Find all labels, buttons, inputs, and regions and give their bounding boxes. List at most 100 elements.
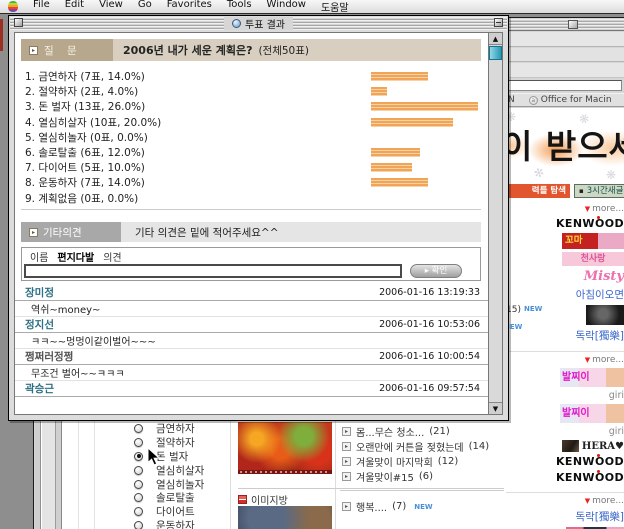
poll-option-row: 4. 열심히살자 (10표, 20.0%) (21, 115, 481, 130)
poll-window-title-bar[interactable]: 투표 결과 (10, 17, 507, 30)
menu-item-Go[interactable]: Go (138, 0, 152, 14)
radio-option-row[interactable]: 솔로탈출 (126, 491, 236, 505)
menu-item-Favorites[interactable]: Favorites (167, 0, 212, 14)
more-link[interactable]: ▼more... (585, 204, 624, 214)
favorite-site-icon: a (529, 96, 538, 105)
radio-button[interactable] (134, 521, 143, 529)
radio-button[interactable] (134, 452, 143, 461)
comment-timestamp: 2006-01-16 09:57:54 (379, 383, 480, 394)
opinion-form: 이름 편지다발 의견 ▸ 확인 (21, 247, 481, 281)
comment-author[interactable]: 정지선 (25, 317, 54, 332)
radio-option-label: 열심히살자 (156, 463, 204, 478)
poll-option-list: 1. 금연하자 (7표, 14.0%)2. 절약하자 (2표, 4.0%)3. … (21, 69, 481, 206)
menu-item-Window[interactable]: Window (267, 0, 306, 14)
favorite-item[interactable]: aOffice for Macin (529, 95, 612, 105)
opinion-input[interactable] (24, 264, 402, 278)
board-link-row[interactable]: ▸몸...무슨 청소...(21) (342, 424, 506, 439)
banner-ad[interactable]: 꼬마 (562, 233, 624, 249)
sidebar-link[interactable]: 아침이오면 (576, 287, 624, 302)
more-link[interactable]: ▼more... (506, 351, 624, 365)
list-bullet-icon: ▸ (342, 442, 351, 451)
confirm-button[interactable]: ▸ 확인 (410, 264, 462, 278)
lantern-photo-thumbnail[interactable] (238, 422, 332, 474)
photo-thumbnail[interactable] (238, 506, 332, 529)
close-box-icon[interactable] (14, 18, 23, 27)
comment-author[interactable]: 쩡쩌러정쩡 (25, 349, 73, 364)
kenwood-logo-ad[interactable]: KENWOOD (556, 455, 624, 468)
kenwood-logo-ad[interactable]: KENWOOD (556, 217, 624, 230)
poll-window-title-text: 투표 결과 (245, 16, 285, 31)
poll-option-row: 6. 솔로탈출 (6표, 12.0%) (21, 145, 481, 160)
vote-radio-list: 금연하자절약하자돈 벌자열심히살자열심히놀자솔로탈출다이어트운동하자계획없음 (126, 422, 236, 529)
board-link-row[interactable]: ▸겨울맞이#15(6) (342, 469, 506, 484)
board-link-row[interactable]: ▸오랜만에 커튼을 젖혔는데(14) (342, 439, 506, 454)
window-icon (232, 19, 241, 28)
menu-item-도움말[interactable]: 도움말 (321, 0, 349, 14)
background-window-edge (0, 19, 3, 51)
misty-logo-ad[interactable]: Misty (584, 269, 624, 284)
scroll-down-arrow[interactable]: ▼ (489, 402, 502, 414)
comment-header-row: 정지선2006-01-16 10:53:06 (15, 317, 488, 333)
radio-option-row[interactable]: 돈 벌자 (126, 450, 236, 464)
menu-item-File[interactable]: File (33, 0, 50, 14)
comment-author[interactable]: 곽승근 (25, 381, 54, 396)
radio-button[interactable] (134, 507, 143, 516)
radio-option-row[interactable]: 열심히놀자 (126, 477, 236, 491)
radio-option-label: 절약하자 (156, 435, 195, 450)
radio-option-row[interactable]: 절약하자 (126, 436, 236, 450)
scroll-up-arrow[interactable]: ▲ (489, 33, 502, 45)
collapse-box-icon[interactable] (568, 20, 578, 29)
apple-menu-icon[interactable] (8, 1, 18, 12)
menu-item-Tools[interactable]: Tools (227, 0, 252, 14)
board-link-row[interactable]: ▸겨울맞이 마지막회(12) (342, 454, 506, 469)
question-label-box: ▸질 문 (21, 39, 113, 61)
poll-option-text: 8. 운동하자 (7표, 14.0%) (25, 175, 145, 190)
comment-text-row: 역쉬~money~ (15, 301, 488, 317)
poll-option-text: 5. 열심히놀자 (0표, 0.0%) (25, 130, 148, 145)
board-link-row[interactable]: ▸행복....(7)NEW (342, 499, 506, 514)
radio-button[interactable] (134, 424, 143, 433)
comment-author[interactable]: 장미정 (25, 285, 54, 300)
menu-bar: File Edit View Go Favorites Tools Window 도움말 (0, 0, 624, 14)
hera-ad[interactable]: HERA♥ (562, 440, 624, 452)
poll-content: ▸질 문 2006년 내가 세운 계획은? (전체50표) 1. 금연하자 (7… (15, 33, 488, 414)
poll-option-row: 8. 운동하자 (7표, 14.0%) (21, 175, 481, 190)
radio-option-row[interactable]: 운동하자 (126, 519, 236, 529)
poll-option-text: 1. 금연하자 (7표, 14.0%) (25, 69, 145, 84)
radio-option-label: 다이어트 (156, 504, 195, 519)
sidebar-ad-image[interactable] (586, 305, 624, 325)
banner-ad[interactable]: 천사랑 (562, 252, 624, 266)
table-grid-line (78, 414, 79, 529)
radio-button[interactable] (134, 466, 143, 475)
banner-ad[interactable]: 발찌이 (560, 368, 624, 387)
board-link-count: (14) (469, 441, 490, 452)
more-link[interactable]: ▼more... (506, 492, 624, 506)
radio-button[interactable] (134, 438, 143, 447)
board-link-count: (6) (419, 471, 433, 482)
ad-caption: giri (609, 390, 624, 401)
favorite-label: Office for Macin (541, 95, 612, 105)
radio-button[interactable] (134, 480, 143, 489)
scrollbar-thumb[interactable] (489, 46, 502, 60)
poll-option-row: 3. 돈 벌자 (13표, 26.0%) (21, 99, 481, 114)
kenwood-logo-ad[interactable]: KENWOOD (556, 471, 624, 484)
radio-option-label: 금연하자 (156, 421, 195, 436)
radio-option-row[interactable]: 금연하자 (126, 422, 236, 436)
radio-option-row[interactable]: 열심히살자 (126, 463, 236, 477)
sidebar-link[interactable]: 독락[獨樂] (575, 509, 624, 524)
divider (21, 209, 481, 210)
table-grid-line (335, 414, 336, 529)
radio-button[interactable] (134, 493, 143, 502)
green-search-button[interactable]: ▪3시간새글 탐색 (574, 184, 624, 198)
sidebar-items: ▼more... KENWOOD 꼬마천사랑 Misty 아침이오면독락[獨樂] ▼mor… (506, 204, 624, 529)
poll-option-bar (371, 148, 420, 157)
image-board-header: 이미지방 (238, 492, 288, 507)
radio-option-row[interactable]: 다이어트 (126, 505, 236, 519)
sidebar-link[interactable]: 독락[獨樂] (575, 328, 624, 343)
ad-caption: giri (609, 426, 624, 437)
menu-item-View[interactable]: View (99, 0, 123, 14)
menu-item-Edit[interactable]: Edit (65, 0, 84, 14)
banner-ad[interactable]: 발찌이 (560, 404, 624, 423)
windowshade-box-icon[interactable] (494, 18, 503, 27)
triangle-down-icon: ▼ (585, 205, 590, 213)
